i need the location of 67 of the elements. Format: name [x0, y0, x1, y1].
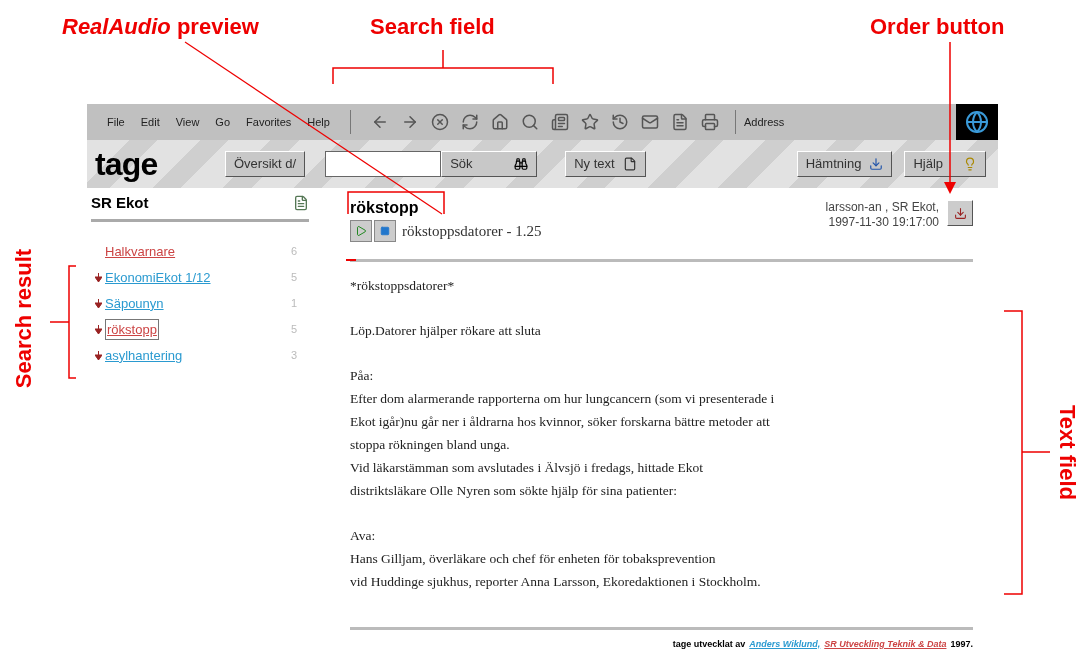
download-icon — [869, 157, 884, 171]
article-text: stoppa rökningen bland unga. — [350, 435, 511, 454]
print-icon[interactable] — [700, 113, 719, 131]
lightbulb-icon — [963, 157, 977, 171]
site-logo: tage — [95, 145, 159, 184]
download-icon — [953, 206, 967, 220]
binoculars-icon — [514, 157, 529, 171]
download-button[interactable]: Hämtning — [796, 151, 893, 177]
channels-icon[interactable] — [550, 113, 569, 131]
result-count: 1 — [290, 296, 297, 312]
article-text: vid Huddinge sjukhus, reporter Anna Larsson, Ekoredaktionen i Stockholm. — [350, 572, 762, 591]
annotation-label: Text field — [1054, 405, 1081, 500]
order-button[interactable] — [947, 200, 973, 226]
article-text: Hans Gilljam, överläkare och chef för enheten för tobaksprevention — [350, 549, 717, 568]
menu-item[interactable]: Help — [307, 113, 330, 131]
menu-item[interactable]: View — [175, 113, 200, 131]
mail-icon[interactable] — [640, 113, 659, 131]
article-text: Efter dom alarmerande rapporterna om hur lungcancern (som vi presenterade i — [350, 389, 776, 408]
footer-text: tage utvecklat av — [672, 637, 746, 651]
menu-item[interactable]: Favorites — [246, 113, 292, 131]
article-text: Vid läkarstämman som avslutades i Älvsjö i fredags, hittade Ekot — [350, 458, 705, 477]
stop-button[interactable] — [374, 220, 396, 243]
sidebar-title: SR Ekot — [91, 193, 149, 213]
stop-icon — [380, 226, 390, 237]
result-count: 5 — [290, 322, 297, 338]
footer-link[interactable]: SR Utveckling Teknik & Data — [824, 637, 947, 651]
result-count: 5 — [290, 270, 297, 286]
article-text: Löp.Datorer hjälper rökare att sluta — [350, 321, 542, 340]
play-icon — [355, 225, 367, 238]
result-link[interactable]: Halkvarnare — [105, 241, 176, 262]
date-text: 1997-11-30 19:17:00 — [828, 215, 939, 230]
annotation-label: Search field — [370, 13, 495, 41]
address-label: Address — [743, 114, 785, 130]
document-icon[interactable] — [293, 195, 309, 212]
search-field[interactable] — [325, 151, 442, 177]
article-text: Påa: — [350, 366, 375, 385]
document-icon[interactable] — [670, 113, 689, 131]
article-text: Ava: — [350, 526, 377, 545]
menu-item[interactable]: File — [107, 113, 125, 131]
article-text: distriktsläkare Olle Nyren som sökte hjälp för sina patienter: — [350, 481, 678, 500]
article-title: rökstopp — [350, 198, 420, 218]
menu-item[interactable]: Edit — [140, 113, 160, 131]
author-text: larsson-an , SR Ekot, — [825, 200, 939, 215]
stop-icon[interactable] — [430, 113, 449, 131]
play-button[interactable] — [350, 220, 372, 243]
refresh-icon[interactable] — [460, 113, 479, 131]
new-text-button[interactable]: Ny text — [565, 151, 646, 177]
search-button[interactable]: Sök — [441, 151, 538, 177]
result-count: 6 — [290, 244, 297, 260]
article-text: *rökstoppsdatorer* — [350, 276, 456, 295]
annotation-label: Search result — [10, 248, 38, 389]
home-icon[interactable] — [490, 113, 509, 131]
search-icon[interactable] — [520, 113, 539, 131]
result-count: 3 — [290, 348, 297, 364]
favorites-icon[interactable] — [580, 113, 599, 131]
browser-logo — [956, 104, 998, 140]
article-text: Ekot igår)nu går ner i åldrarna hos kvinnor, söker forskarna bättre metoder att — [350, 412, 771, 431]
history-icon[interactable] — [610, 113, 629, 131]
audio-label: rökstoppsdatorer - 1.25 — [402, 222, 542, 241]
page-icon — [622, 157, 637, 171]
result-link[interactable]: rökstopp — [105, 318, 159, 341]
help-button[interactable]: Hjälp — [904, 151, 986, 177]
annotation-label: RealAudio preview — [62, 13, 259, 41]
menu-item[interactable]: Go — [215, 113, 231, 131]
overview-button[interactable]: Översikt d/ — [225, 151, 306, 177]
annotation-label: Order button — [870, 13, 1005, 41]
footer-text: 1997. — [950, 637, 973, 651]
